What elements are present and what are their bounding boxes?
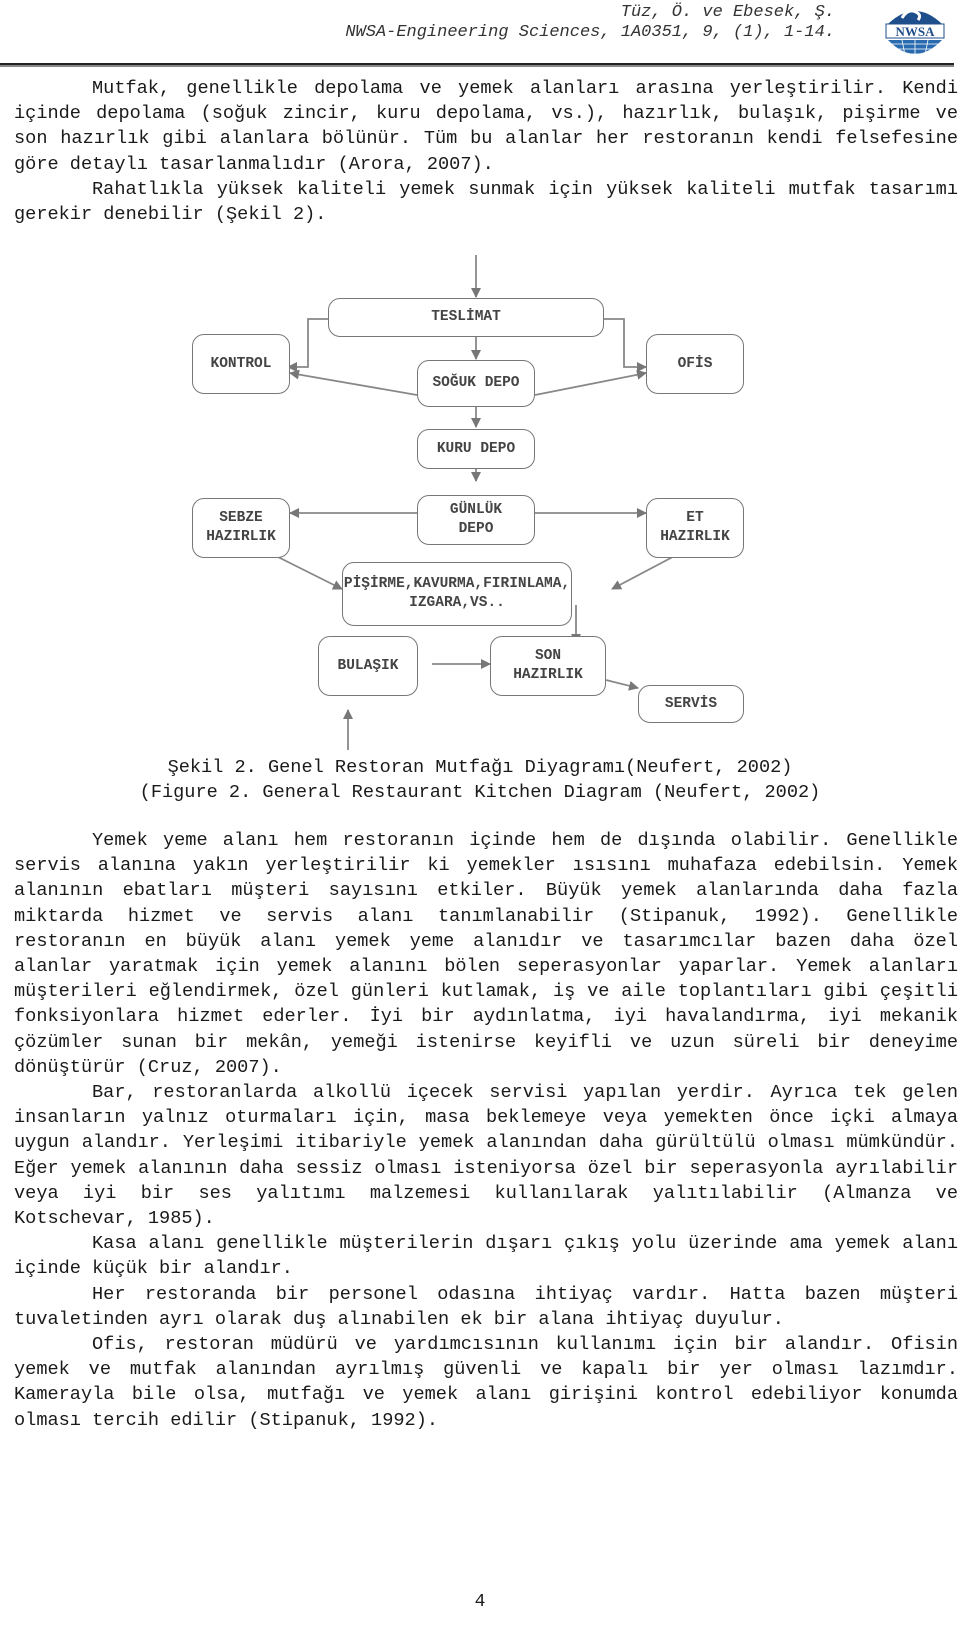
node-label: GÜNLÜK DEPO xyxy=(449,502,503,537)
node-et-hazirlik: ET HAZIRLIK xyxy=(646,498,744,558)
arrow-son-servis xyxy=(605,679,639,691)
paragraph: Her restoranda bir personel odasına ihti… xyxy=(14,1283,958,1330)
page-header: Tüz, Ö. ve Ebesek, Ş. NWSA-Engineering S… xyxy=(0,0,960,67)
paragraph: Ofis, restoran müdürü ve yardımcısının k… xyxy=(14,1334,958,1431)
node-label: ET HAZIRLIK xyxy=(660,510,730,545)
node-sebze-hazirlik: SEBZE HAZIRLIK xyxy=(192,498,290,558)
figure-caption-tr: Şekil 2. Genel Restoran Mutfağı Diyagram… xyxy=(167,757,793,778)
arrow-teslimat-ofis xyxy=(604,318,647,372)
node-label: SON HAZIRLIK xyxy=(513,648,583,683)
node-son-hazirlik: SON HAZIRLIK xyxy=(490,636,606,696)
arrow-teslimat-kontrol xyxy=(287,318,328,372)
paragraph: Kasa alanı genellikle müşterilerin dışar… xyxy=(14,1233,958,1280)
header-authors: Tüz, Ö. ve Ebesek, Ş. xyxy=(620,3,835,22)
node-ofis: OFİS xyxy=(646,334,744,394)
paragraph: Yemek yeme alanı hem restoranın içinde h… xyxy=(14,830,958,1078)
node-label: SOĞUK DEPO xyxy=(432,375,520,391)
paragraph: Bar, restoranlarda alkollü içecek servis… xyxy=(14,1082,958,1230)
node-label: TESLİMAT xyxy=(431,309,501,325)
node-label: KONTROL xyxy=(210,355,272,372)
node-teslimat: TESLİMAT xyxy=(328,298,604,337)
nwsa-logo-icon: NWSA xyxy=(885,9,945,61)
paragraph: Mutfak, genellikle depolama ve yemek ala… xyxy=(14,78,958,175)
intro-text: Mutfak, genellikle depolama ve yemek ala… xyxy=(14,76,958,227)
node-gunluk-depo: GÜNLÜK DEPO xyxy=(417,495,535,545)
logo-text: NWSA xyxy=(895,24,935,39)
node-label: KURU DEPO xyxy=(436,440,516,457)
page-number: 4 xyxy=(474,1592,486,1612)
body-text: Yemek yeme alanı hem restoranın içinde h… xyxy=(14,828,958,1433)
arrow-soguk-ofis xyxy=(534,369,647,396)
node-label: SERVİS xyxy=(664,695,718,712)
header-rule xyxy=(0,63,954,67)
arrow-soguk-kontrol xyxy=(289,369,418,396)
node-pisirme: PİŞİRME,KAVURMA,FIRINLAMA, IZGARA,VS.. xyxy=(342,562,572,626)
kitchen-flow-diagram: TESLİMAT KONTROL OFİS SOĞUK DEPO KURU DE… xyxy=(180,255,800,750)
node-label: BULAŞIK xyxy=(337,657,399,674)
node-soguk-depo: SOĞUK DEPO xyxy=(417,360,535,407)
node-label: OFİS xyxy=(677,355,713,372)
node-label: SEBZE HAZIRLIK xyxy=(206,510,276,545)
header-journal: NWSA-Engineering Sciences, 1A0351, 9, (1… xyxy=(345,23,835,42)
figure-caption-en: (Figure 2. General Restaurant Kitchen Di… xyxy=(139,782,821,803)
node-kuru-depo: KURU DEPO xyxy=(417,429,535,469)
node-bulasik: BULAŞIK xyxy=(318,636,418,696)
node-label: PİŞİRME,KAVURMA,FIRINLAMA, IZGARA,VS.. xyxy=(343,576,571,611)
paragraph: Rahatlıkla yüksek kaliteli yemek sunmak … xyxy=(14,178,958,226)
node-servis: SERVİS xyxy=(638,685,744,723)
node-kontrol: KONTROL xyxy=(192,334,290,394)
